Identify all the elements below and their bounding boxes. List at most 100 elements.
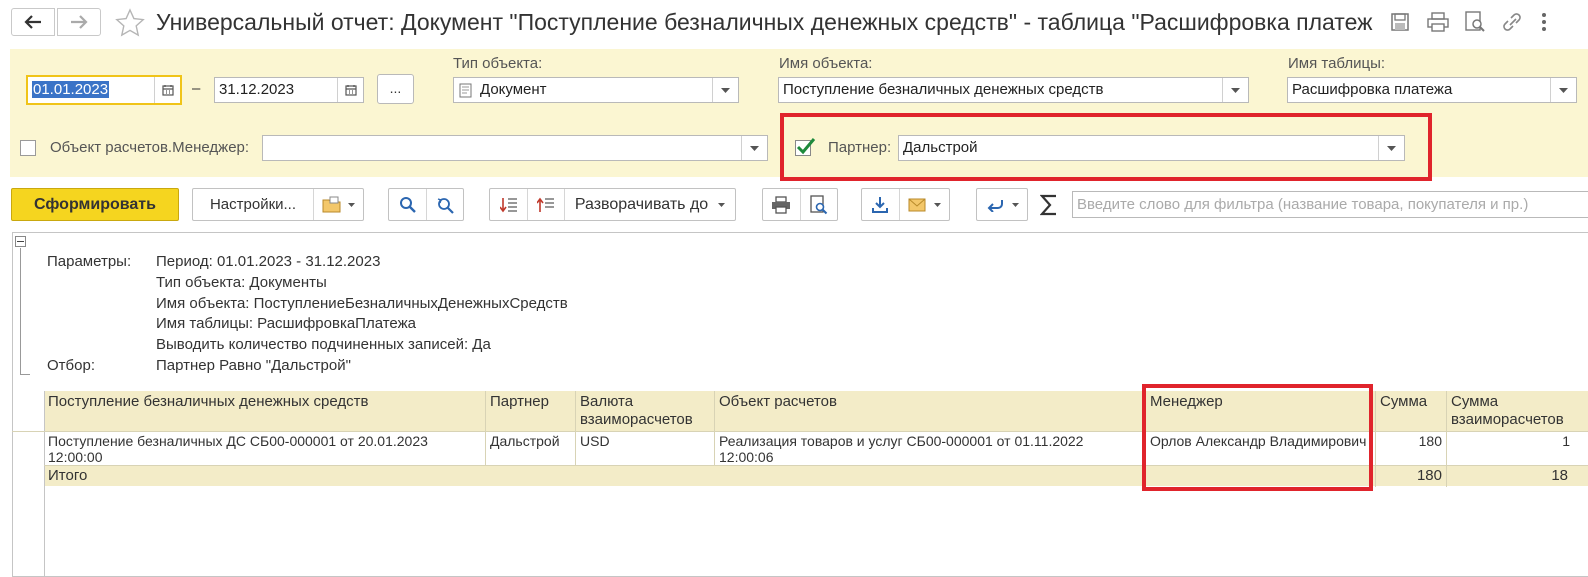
- date-from-field[interactable]: 01.01.2023: [26, 75, 182, 105]
- collapse-toggle[interactable]: [15, 236, 26, 247]
- star-icon[interactable]: [115, 8, 145, 38]
- chevron-down-icon[interactable]: [741, 136, 767, 160]
- minus-icon: [17, 241, 24, 242]
- collapse-all-button[interactable]: [528, 189, 565, 220]
- manager-field[interactable]: [262, 135, 768, 161]
- folder-icon: [322, 196, 342, 214]
- table-name-label: Имя таблицы:: [1288, 55, 1386, 72]
- search-input[interactable]: Введите слово для фильтра (название това…: [1072, 191, 1588, 218]
- total-sum: 180: [1416, 467, 1442, 484]
- chevron-down-icon: [348, 202, 355, 207]
- object-name-label: Имя объекта:: [779, 55, 873, 72]
- forward-button[interactable]: [57, 8, 101, 36]
- grid-line: [1375, 391, 1376, 487]
- period-select-button[interactable]: ...: [377, 74, 414, 104]
- settings-button[interactable]: Настройки...: [193, 189, 314, 220]
- download-icon: [871, 196, 889, 214]
- arrow-right-icon: [70, 15, 88, 29]
- print-icon[interactable]: [1427, 12, 1449, 32]
- print-button[interactable]: [763, 189, 801, 220]
- chevron-down-icon[interactable]: [1222, 78, 1248, 102]
- generate-button[interactable]: Сформировать: [11, 188, 179, 221]
- date-dash: –: [192, 80, 201, 97]
- calendar-icon[interactable]: [154, 77, 180, 103]
- cell-doc[interactable]: Поступление безналичных ДС СБ00-000001 о…: [44, 431, 485, 465]
- expand-all-button[interactable]: [490, 189, 528, 220]
- highlight-partner: [780, 113, 1432, 181]
- grid-line: [485, 391, 486, 466]
- param-period: Период: 01.01.2023 - 31.12.2023: [156, 253, 381, 270]
- date-to-value: 31.12.2023: [219, 81, 295, 98]
- send-email-button[interactable]: [900, 189, 949, 220]
- cell-currency[interactable]: USD: [576, 431, 714, 465]
- preview-icon[interactable]: [1464, 11, 1486, 33]
- expand-to-label: Разворачивать до: [574, 195, 709, 213]
- expand-to-button[interactable]: Разворачивать до: [565, 189, 735, 220]
- window-title: Универсальный отчет: Документ "Поступлен…: [156, 9, 1373, 35]
- col-header-sum-settle-text: Сумма взаиморасчетов: [1451, 393, 1564, 428]
- cell-object[interactable]: Реализация товаров и услуг СБ00-000001 о…: [715, 431, 1115, 465]
- print-preview-button[interactable]: [801, 189, 838, 220]
- cell-partner[interactable]: Дальстрой: [486, 431, 575, 465]
- find-next-button[interactable]: [427, 189, 464, 220]
- cell-sum[interactable]: 180: [1376, 431, 1446, 465]
- group-line: [20, 248, 21, 375]
- chevron-down-icon[interactable]: [1550, 78, 1576, 102]
- table-name-value: Расшифровка платежа: [1292, 81, 1453, 98]
- group-line-end: [20, 374, 30, 375]
- search-refresh-icon: [436, 196, 454, 214]
- expand-all-icon: [499, 196, 518, 214]
- back-button[interactable]: [11, 8, 55, 36]
- manager-checkbox[interactable]: [20, 140, 36, 156]
- arrow-left-icon: [24, 15, 42, 29]
- col-header-partner[interactable]: Партнер: [486, 391, 575, 431]
- search-icon: [399, 196, 416, 213]
- save-file-button[interactable]: [862, 189, 900, 220]
- printer-icon: [771, 195, 791, 214]
- col-header-sum-settle[interactable]: Сумма взаиморасчетов: [1447, 391, 1588, 431]
- table-name-field[interactable]: Расшифровка платежа: [1287, 77, 1577, 103]
- print-group: [762, 188, 838, 221]
- chevron-down-icon: [718, 202, 726, 207]
- grid-line: [714, 391, 715, 466]
- search-group: [388, 188, 464, 221]
- col-header-object[interactable]: Объект расчетов: [715, 391, 1145, 431]
- sum-icon[interactable]: [1040, 194, 1058, 216]
- envelope-icon: [908, 198, 926, 212]
- param-subrecords: Выводить количество подчиненных записей:…: [156, 336, 491, 353]
- export-group: [861, 188, 950, 221]
- link-icon[interactable]: [1501, 12, 1523, 32]
- date-to-field[interactable]: 31.12.2023: [214, 77, 364, 103]
- grouping-group: Разворачивать до: [489, 188, 736, 221]
- date-from-value: 01.01.2023: [32, 81, 110, 98]
- total-sum-settle: 18: [1551, 467, 1568, 484]
- object-name-value: Поступление безналичных денежных средств: [783, 81, 1104, 98]
- grid-line: [575, 391, 576, 466]
- col-header-currency[interactable]: Валюта взаиморасчетов: [576, 391, 714, 431]
- object-type-field[interactable]: Документ: [453, 77, 739, 103]
- undo-icon: [986, 198, 1004, 212]
- chevron-down-icon[interactable]: [712, 78, 738, 102]
- highlight-manager: [1142, 384, 1373, 491]
- col-header-doc[interactable]: Поступление безналичных денежных средств: [44, 391, 485, 431]
- col-header-sum[interactable]: Сумма: [1376, 391, 1446, 431]
- chevron-down-icon: [1011, 202, 1019, 207]
- total-label: Итого: [48, 467, 88, 484]
- filter-label: Отбор:: [47, 357, 95, 374]
- more-icon[interactable]: [1540, 12, 1548, 32]
- chevron-down-icon: [933, 202, 941, 207]
- document-icon: [459, 83, 472, 98]
- variants-button[interactable]: [314, 189, 363, 220]
- params-label: Параметры:: [47, 253, 132, 270]
- undo-button[interactable]: [977, 189, 1027, 220]
- object-name-field[interactable]: Поступление безналичных денежных средств: [778, 77, 1249, 103]
- cell-sum-settle[interactable]: 1: [1447, 431, 1588, 465]
- param-table-name: Имя таблицы: РасшифровкаПлатежа: [156, 315, 416, 332]
- object-type-value: Документ: [480, 81, 547, 98]
- find-button[interactable]: [389, 189, 427, 220]
- save-icon[interactable]: [1390, 12, 1410, 32]
- calendar-icon[interactable]: [337, 78, 363, 102]
- undo-group: [976, 188, 1028, 221]
- param-object-type: Тип объекта: Документы: [156, 274, 327, 291]
- filter-value: Партнер Равно "Дальстрой": [156, 357, 351, 374]
